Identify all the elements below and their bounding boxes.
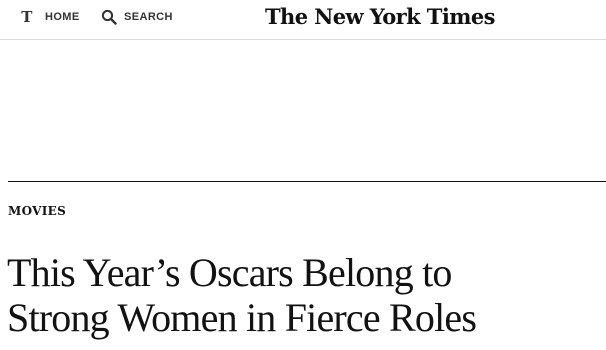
search-button[interactable]: SEARCH: [101, 9, 173, 25]
headline-line-2: Strong Women in Fierce Roles: [7, 295, 477, 340]
search-icon: [101, 9, 117, 25]
masthead-logo[interactable]: The New York Times: [265, 3, 495, 31]
search-label: SEARCH: [124, 11, 173, 23]
top-navigation-bar: T HOME SEARCH The New York Times: [0, 0, 606, 40]
section-divider: [8, 181, 606, 182]
nyt-t-logo-icon: T: [21, 8, 33, 26]
article-headline: This Year’s Oscars Belong to Strong Wome…: [7, 250, 597, 340]
headline-line-1: This Year’s Oscars Belong to: [7, 250, 452, 295]
home-link[interactable]: T HOME: [20, 8, 80, 26]
home-label: HOME: [45, 11, 80, 23]
section-label[interactable]: MOVIES: [8, 204, 66, 218]
ad-placeholder: [0, 41, 606, 181]
